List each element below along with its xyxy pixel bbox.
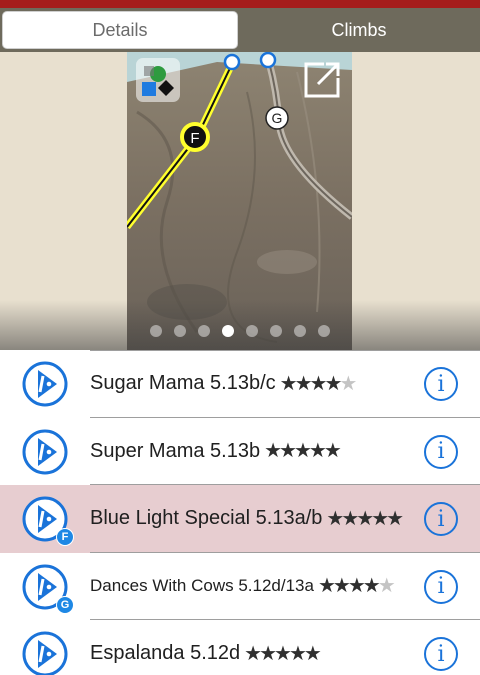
- page-dot[interactable]: [294, 325, 306, 337]
- star-icon: ★: [274, 642, 292, 665]
- route-type-icon: [22, 429, 68, 475]
- star-icon: ★: [317, 575, 336, 597]
- page-dot[interactable]: [318, 325, 330, 337]
- star-icon: ★: [386, 507, 404, 530]
- route-label-f: F: [190, 130, 199, 147]
- star-rating: ★ ★ ★ ★ ★: [264, 440, 342, 462]
- star-icon: ★: [279, 440, 297, 462]
- route-name: Espalanda 5.12d: [90, 642, 241, 664]
- segmented-control: Details Climbs: [0, 8, 480, 52]
- route-row[interactable]: F Blue Light Special 5.13a/b ★ ★ ★ ★ ★ i: [0, 485, 480, 553]
- star-icon: ★: [308, 440, 327, 462]
- star-rating: ★ ★ ★ ★ ★: [326, 507, 404, 530]
- route-type-icon: [22, 631, 68, 675]
- page-dot[interactable]: [270, 325, 282, 337]
- tab-climbs[interactable]: Climbs: [240, 11, 478, 49]
- info-icon[interactable]: i: [424, 367, 458, 401]
- route-list: Sugar Mama 5.13b/c ★ ★ ★ ★ ★ i Super Mama 5.13b…: [0, 350, 480, 675]
- page-dot[interactable]: [246, 325, 258, 337]
- page-dot[interactable]: [150, 325, 162, 337]
- route-label-g: G: [272, 110, 283, 126]
- route-title: Super Mama 5.13b ★ ★ ★ ★ ★: [90, 418, 342, 485]
- page-dot[interactable]: [174, 325, 186, 337]
- star-rating: ★ ★ ★ ★ ★: [244, 642, 322, 665]
- star-icon: ★: [341, 507, 359, 530]
- page-dot[interactable]: [198, 325, 210, 337]
- star-rating: ★ ★ ★ ★ ★: [317, 575, 396, 597]
- star-icon: ★: [259, 642, 277, 665]
- route-row[interactable]: Sugar Mama 5.13b/c ★ ★ ★ ★ ★ i: [0, 350, 480, 418]
- star-icon: ★: [293, 440, 312, 462]
- route-title: Sugar Mama 5.13b/c ★ ★ ★ ★ ★: [90, 350, 358, 417]
- route-title: Blue Light Special 5.13a/b ★ ★ ★ ★ ★: [90, 485, 404, 552]
- page-dot[interactable]: [222, 325, 234, 337]
- page-indicator[interactable]: [0, 325, 480, 339]
- route-marker-badge: F: [56, 528, 74, 546]
- star-icon: ★: [326, 507, 344, 530]
- star-icon: ★: [279, 372, 298, 395]
- route-name: Sugar Mama 5.13b/c: [90, 372, 276, 394]
- route-title: Espalanda 5.12d ★ ★ ★ ★ ★: [90, 620, 322, 675]
- route-name: Dances With Cows 5.12d/13a: [90, 576, 314, 595]
- star-icon: ★: [288, 642, 307, 665]
- info-icon[interactable]: i: [424, 502, 458, 536]
- star-icon: ★: [324, 372, 342, 395]
- star-icon: ★: [339, 372, 357, 395]
- route-start-marker-g: [259, 52, 277, 69]
- star-icon: ★: [332, 575, 351, 597]
- route-type-icon: [22, 361, 68, 407]
- star-icon: ★: [356, 507, 374, 530]
- star-icon: ★: [264, 440, 282, 462]
- star-icon: ★: [362, 575, 381, 597]
- topo-photo-carousel[interactable]: F G: [0, 52, 480, 350]
- info-icon[interactable]: i: [424, 637, 458, 671]
- route-name: Super Mama 5.13b: [90, 439, 261, 462]
- star-icon: ★: [294, 372, 313, 395]
- star-icon: ★: [377, 575, 396, 597]
- route-row[interactable]: G Dances With Cows 5.12d/13a ★ ★ ★ ★ ★ i: [0, 552, 480, 620]
- star-icon: ★: [323, 440, 342, 462]
- route-name: Blue Light Special 5.13a/b: [90, 507, 323, 529]
- star-icon: ★: [347, 575, 366, 597]
- info-icon[interactable]: i: [424, 434, 458, 469]
- star-rating: ★ ★ ★ ★ ★: [279, 372, 358, 395]
- route-title: Dances With Cows 5.12d/13a ★ ★ ★ ★ ★: [90, 553, 396, 620]
- layers-icon[interactable]: [136, 58, 180, 102]
- route-start-marker-f: [223, 53, 241, 71]
- info-icon[interactable]: i: [424, 569, 458, 604]
- route-marker-badge: G: [56, 595, 74, 614]
- star-icon: ★: [244, 642, 262, 665]
- status-bar-accent: [0, 0, 480, 8]
- tab-details[interactable]: Details: [2, 11, 238, 49]
- open-external-icon[interactable]: [302, 60, 342, 100]
- star-icon: ★: [309, 372, 328, 395]
- route-row[interactable]: Super Mama 5.13b ★ ★ ★ ★ ★ i: [0, 417, 480, 485]
- star-icon: ★: [303, 642, 322, 665]
- route-row[interactable]: Espalanda 5.12d ★ ★ ★ ★ ★ i: [0, 620, 480, 675]
- star-icon: ★: [371, 507, 389, 530]
